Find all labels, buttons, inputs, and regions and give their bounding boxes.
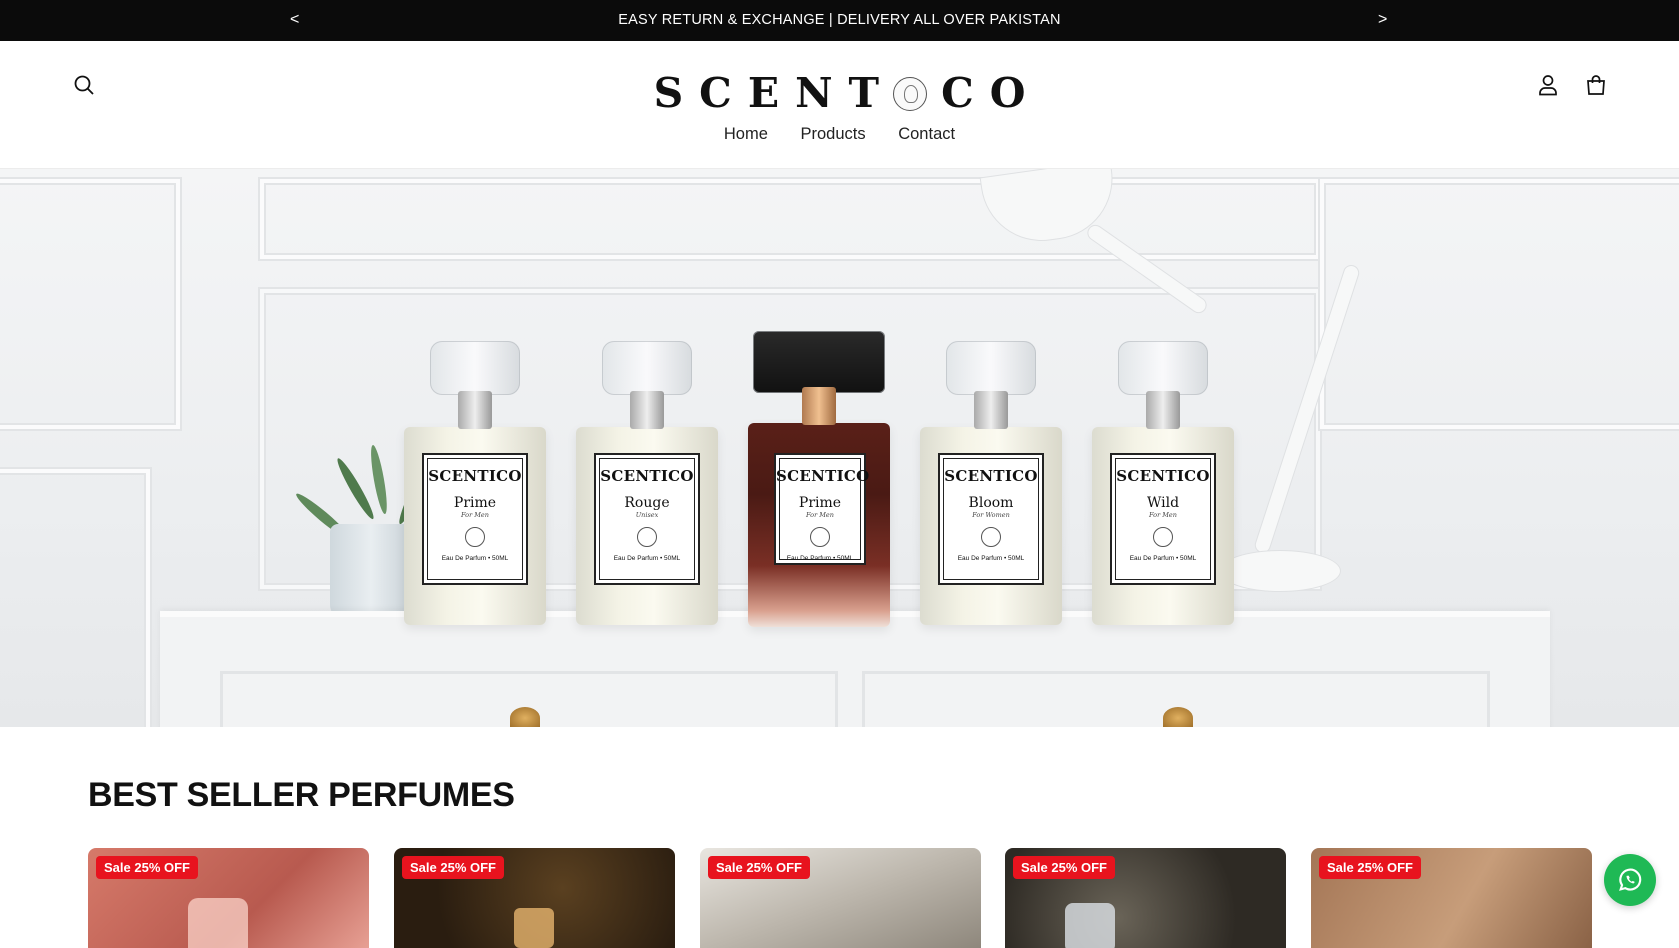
bottle-label: SCENTICO Prime For Men Eau De Parfum • 5…	[774, 453, 870, 565]
bottle-for: For Men	[1149, 511, 1177, 519]
bottle-emblem-icon	[637, 527, 657, 547]
bottle-brand: SCENTICO	[776, 467, 870, 485]
perfume-bottle: SCENTICO Rouge Unisex Eau De Parfum • 50…	[576, 341, 718, 625]
section-title: BEST SELLER PERFUMES	[88, 776, 515, 814]
sale-badge: Sale 25% OFF	[96, 856, 198, 879]
bottle-neck	[802, 387, 836, 425]
bottle-neck	[630, 391, 664, 429]
wall-molding	[260, 179, 1320, 259]
product-card[interactable]: Sale 25% OFF	[1005, 848, 1286, 948]
bottle-name: Prime	[798, 495, 842, 511]
product-card[interactable]: Sale 25% OFF	[700, 848, 981, 948]
bottle-emblem-icon	[1153, 527, 1173, 547]
perfume-bottle: SCENTICO Prime For Men Eau De Parfum • 5…	[404, 341, 546, 625]
bottle-for: For Women	[972, 511, 1010, 519]
bottle-volume: Eau De Parfum • 50ML	[613, 555, 681, 562]
nav-contact[interactable]: Contact	[898, 125, 955, 143]
logo-text-right: CO	[941, 69, 1042, 117]
bottle-cap	[946, 341, 1036, 395]
cart-button[interactable]	[1581, 70, 1611, 100]
nav-products[interactable]: Products	[801, 125, 866, 143]
announcement-next-button[interactable]: >	[1378, 11, 1388, 29]
bottle-label: SCENTICO Bloom For Women Eau De Parfum •…	[938, 453, 1044, 585]
site-header: SCENT CO Home Products Contact	[0, 41, 1679, 169]
bottle-volume: Eau De Parfum • 50ML	[441, 555, 509, 562]
bottle-cap	[753, 331, 885, 393]
bottle-cap	[1118, 341, 1208, 395]
whatsapp-icon	[1619, 868, 1642, 891]
product-card[interactable]: Sale 25% OFF	[1311, 848, 1592, 948]
logo-text-left: SCENT	[653, 69, 896, 117]
bottle-cap	[430, 341, 520, 395]
bottle-for: For Men	[806, 511, 834, 519]
bottle-label: SCENTICO Prime For Men Eau De Parfum • 5…	[422, 453, 528, 585]
product-image	[1065, 903, 1115, 948]
hero-banner[interactable]: SCENTICO Prime For Men Eau De Parfum • 5…	[0, 169, 1679, 727]
product-card[interactable]: Sale 25% OFF	[88, 848, 369, 948]
bottle-for: Unisex	[635, 511, 659, 519]
bottle-name: Rouge	[624, 495, 670, 511]
wall-molding	[0, 179, 180, 429]
bottle-brand: SCENTICO	[600, 467, 694, 485]
account-icon	[1539, 75, 1557, 96]
product-image	[815, 848, 981, 939]
lamp-base	[1220, 551, 1340, 591]
bottle-name: Bloom	[968, 495, 1014, 511]
product-image	[514, 908, 554, 948]
bottle-brand: SCENTICO	[428, 467, 522, 485]
bottle-neck	[974, 391, 1008, 429]
drawer-knob	[1163, 707, 1193, 727]
bottle-brand: SCENTICO	[1116, 467, 1210, 485]
bottle-label: SCENTICO Wild For Men Eau De Parfum • 50…	[1110, 453, 1216, 585]
bottle-volume: Eau De Parfum • 50ML	[957, 555, 1025, 562]
bottle-neck	[458, 391, 492, 429]
bottle-cap	[602, 341, 692, 395]
bottle-emblem-icon	[465, 527, 485, 547]
sale-badge: Sale 25% OFF	[1013, 856, 1115, 879]
bottle-neck	[1146, 391, 1180, 429]
perfume-bottle: SCENTICO Bloom For Women Eau De Parfum •…	[920, 341, 1062, 625]
bottle-volume: Eau De Parfum • 50ML	[786, 555, 854, 562]
bottle-emblem-icon	[981, 527, 1001, 547]
drawer-knob	[510, 707, 540, 727]
bottle-emblem-icon	[810, 527, 830, 547]
main-nav: Home Products Contact	[0, 125, 1679, 144]
bottle-name: Prime	[453, 495, 497, 511]
announcement-bar: < EASY RETURN & EXCHANGE | DELIVERY ALL …	[0, 0, 1679, 41]
bottle-for: For Men	[461, 511, 489, 519]
account-button[interactable]	[1533, 70, 1563, 100]
bottle-volume: Eau De Parfum • 50ML	[1129, 555, 1197, 562]
perfume-bottle: SCENTICO Prime For Men Eau De Parfum • 5…	[748, 331, 890, 627]
product-image	[188, 898, 248, 948]
bottle-brand: SCENTICO	[944, 467, 1038, 485]
sale-badge: Sale 25% OFF	[1319, 856, 1421, 879]
wall-molding	[0, 469, 150, 727]
sale-badge: Sale 25% OFF	[402, 856, 504, 879]
wall-molding	[1320, 179, 1679, 429]
plant-pot	[330, 524, 412, 619]
announcement-message: EASY RETURN & EXCHANGE | DELIVERY ALL OV…	[618, 12, 1061, 28]
bottle-name: Wild	[1146, 495, 1180, 511]
logo-emblem-icon	[893, 77, 928, 111]
bottle-label: SCENTICO Rouge Unisex Eau De Parfum • 50…	[594, 453, 700, 585]
perfume-bottle: SCENTICO Wild For Men Eau De Parfum • 50…	[1092, 341, 1234, 625]
site-logo[interactable]: SCENT CO	[0, 69, 1679, 117]
whatsapp-button[interactable]	[1604, 854, 1656, 906]
nav-home[interactable]: Home	[724, 125, 768, 143]
sale-badge: Sale 25% OFF	[708, 856, 810, 879]
cart-icon	[1587, 75, 1605, 95]
product-card[interactable]: Sale 25% OFF	[394, 848, 675, 948]
